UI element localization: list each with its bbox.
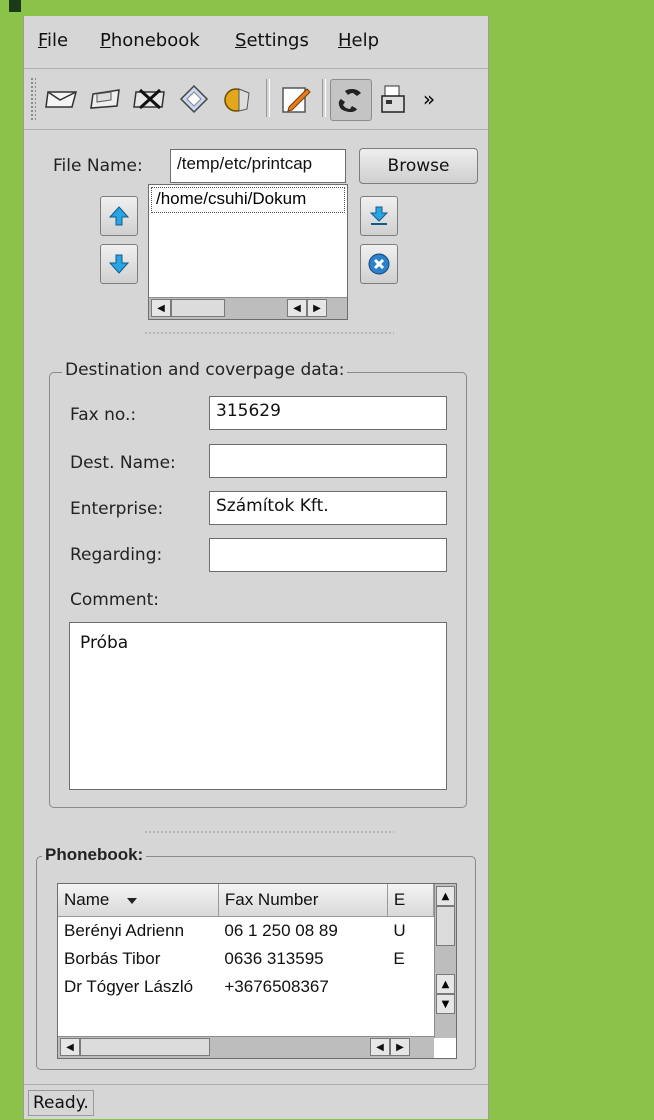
scrollbar-thumb[interactable] [80,1038,210,1056]
envelope-delete-icon[interactable] [130,79,170,119]
envelope-open-icon[interactable] [86,79,126,119]
table-cell: E [393,949,405,968]
regarding-input[interactable] [209,538,447,572]
horizontal-scrollbar[interactable]: ◀ ◀ ▶ [58,1036,434,1058]
list-item[interactable]: /home/csuhi/Dokum [151,187,345,213]
menu-help[interactable]: Help [338,30,379,51]
table-cell: Borbás Tibor [64,949,161,968]
scroll-down-icon[interactable]: ▼ [436,994,455,1014]
scroll-left-icon[interactable]: ◀ [151,299,171,317]
scrollbar-thumb[interactable] [171,299,225,317]
enterprise-label: Enterprise: [70,499,164,519]
table-cell: Berényi Adrienn [64,921,185,940]
destination-group-title: Destination and coverpage data: [62,360,348,380]
file-name-input[interactable]: /temp/etc/printcap [170,149,346,183]
comment-textarea[interactable]: Próba [69,622,447,790]
fax-number-input[interactable]: 315629 [209,396,447,430]
splitter-handle[interactable] [144,830,394,834]
phonebook-table[interactable]: Name Fax Number E Berényi Adrienn 06 1 2… [57,883,457,1059]
column-header-email[interactable]: E [387,884,434,917]
menu-phonebook[interactable]: Phonebook [100,30,200,51]
column-header-label: Name [64,890,110,909]
splitter-handle[interactable] [144,331,394,335]
scroll-right-icon[interactable]: ▶ [307,299,327,317]
toolbar-separator [266,79,270,117]
scroll-up-icon[interactable]: ▲ [436,886,455,906]
horizontal-scrollbar[interactable]: ◀ ◀ ▶ [149,297,347,319]
add-file-button[interactable] [360,196,398,236]
scroll-right-icon[interactable]: ▶ [390,1038,410,1056]
fax-app-window: File Phonebook Settings Help » File Name… [23,16,489,1119]
file-list[interactable]: /home/csuhi/Dokum ◀ ◀ ▶ [148,184,348,320]
sun-icon[interactable] [218,79,258,119]
phone-icon[interactable] [330,79,372,121]
fax-no-label: Fax no.: [70,405,137,425]
comment-label: Comment: [70,590,160,610]
column-header-name[interactable]: Name [58,884,219,917]
table-cell: 0636 313595 [224,949,324,968]
scroll-left-icon[interactable]: ◀ [287,299,307,317]
dest-name-input[interactable] [209,444,447,478]
file-name-label: File Name: [53,156,143,176]
move-up-button[interactable] [100,196,138,236]
scroll-up-icon[interactable]: ▲ [436,974,455,994]
toolbar-separator [322,79,326,117]
browse-button[interactable]: Browse [359,148,478,184]
menu-settings[interactable]: Settings [235,30,309,51]
tag-icon[interactable] [174,79,214,119]
window-corner [9,0,21,12]
arrow-up-icon [108,206,130,226]
column-header-fax[interactable]: Fax Number [218,884,388,917]
scrollbar-thumb[interactable] [436,906,455,946]
phonebook-grid: Name Fax Number E Berényi Adrienn 06 1 2… [58,884,434,1001]
dest-name-label: Dest. Name: [70,453,176,473]
table-row[interactable]: Berényi Adrienn 06 1 250 08 89 U [58,917,434,946]
remove-file-button[interactable] [360,244,398,284]
regarding-label: Regarding: [70,545,163,565]
statusbar: Ready. [24,1084,488,1120]
enterprise-input[interactable]: Számítok Kft. [209,491,447,525]
arrow-down-icon [108,254,130,274]
table-cell: 06 1 250 08 89 [224,921,338,940]
table-row[interactable]: Dr Tógyer László +3676508367 [58,973,434,1001]
table-cell: Dr Tógyer László [64,977,194,996]
fax-machine-icon[interactable] [374,79,414,119]
toolbar-overflow-button[interactable]: » [414,79,444,119]
sort-descending-icon [127,898,138,904]
status-text: Ready. [28,1090,94,1116]
table-row[interactable]: Borbás Tibor 0636 313595 E [58,945,434,973]
toolbar-grip[interactable] [30,77,36,121]
close-icon [368,253,390,275]
vertical-scrollbar[interactable]: ▲ ▲ ▼ [434,884,456,1038]
download-icon [369,206,389,225]
move-down-button[interactable] [100,244,138,284]
toolbar: » [24,68,488,130]
menu-file[interactable]: File [38,30,68,51]
table-cell: +3676508367 [224,977,329,996]
table-cell: U [393,921,406,940]
table-cell [387,973,433,1001]
edit-icon[interactable] [276,79,316,119]
envelope-icon[interactable] [42,79,82,119]
scroll-left-icon[interactable]: ◀ [370,1038,390,1056]
menubar: File Phonebook Settings Help [24,16,488,64]
scroll-left-icon[interactable]: ◀ [60,1038,80,1056]
phonebook-group-title: Phonebook: [42,845,147,865]
